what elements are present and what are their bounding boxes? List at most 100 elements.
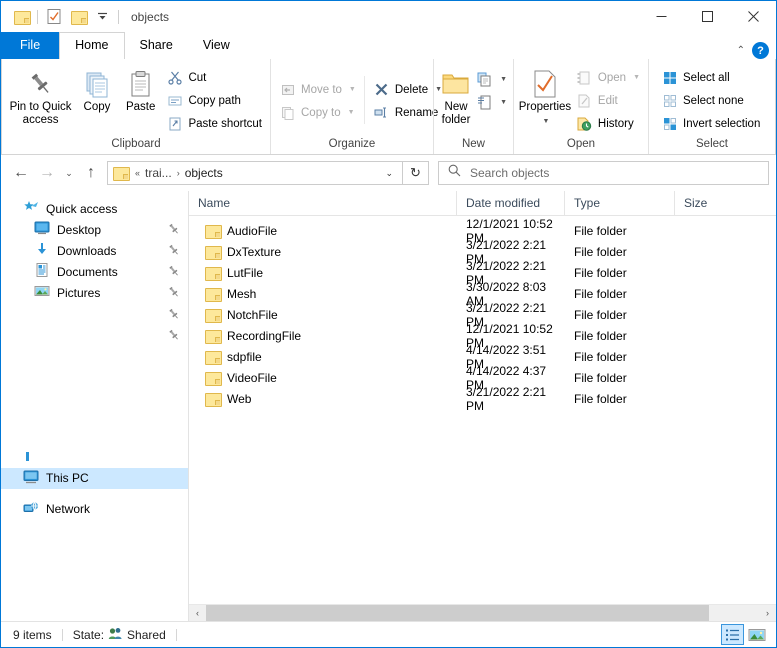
copy-button[interactable]: Copy [75,64,119,114]
up-button[interactable]: ↑ [78,160,104,186]
paste-button[interactable]: Paste [119,64,163,114]
nav-item-network[interactable]: Network [1,499,188,520]
refresh-button[interactable]: ↻ [403,161,429,185]
cell-type: File folder [565,350,675,364]
divider [176,629,177,641]
address-bar: ← → ⌄ ↑ « trai... › objects ⌄ ↻ Search o… [1,155,776,191]
cut-button[interactable]: Cut [162,66,266,89]
large-icons-view-button[interactable] [745,624,768,645]
group-label-organize: Organize [271,137,433,154]
tab-home[interactable]: Home [59,32,124,59]
file-explorer-window: objects File Home Share View [0,0,777,648]
breadcrumb-parent[interactable]: trai... [143,166,174,180]
select-none-button[interactable]: Select none [657,89,764,112]
nav-item-pictures[interactable]: Pictures [1,282,188,303]
nav-item-documents[interactable]: Documents [1,261,188,282]
properties-button[interactable]: Properties ▼ [518,64,572,128]
horizontal-scrollbar[interactable]: ‹ › [189,604,776,621]
close-button[interactable] [730,1,776,32]
qat-customize-dropdown[interactable] [90,5,114,29]
button-label: Invert selection [683,118,760,130]
scroll-right-arrow[interactable]: › [759,605,776,621]
pin-icon[interactable] [168,286,180,301]
open-button[interactable]: Open ▼ [572,66,644,89]
documents-icon [34,263,50,280]
nav-item-desktop[interactable]: Desktop [1,219,188,240]
scroll-left-arrow[interactable]: ‹ [189,605,206,621]
pin-icon[interactable] [168,328,180,346]
move-to-button[interactable]: Move to ▼ [275,78,360,101]
cell-type: File folder [565,329,675,343]
paste-shortcut-button[interactable]: Paste shortcut [162,112,266,135]
back-button[interactable]: ← [8,160,34,186]
maximize-button[interactable] [684,1,730,32]
scroll-track[interactable] [206,605,759,621]
table-row[interactable]: Web 3/21/2022 2:21 PM File folder [189,388,776,409]
history-button[interactable]: History [572,112,644,135]
qat-folder-icon[interactable] [9,5,33,29]
pin-to-quick-access-button[interactable]: Pin to Quick access [6,64,75,127]
nav-item-unlabeled-2[interactable] [1,324,188,345]
cell-type: File folder [565,287,675,301]
nav-item-label: Desktop [57,223,101,237]
minimize-button[interactable] [638,1,684,32]
file-name: VideoFile [227,371,277,385]
column-headers: Name ^ Date modified Type Size [189,191,776,216]
folder-icon [205,225,220,237]
button-label: New folder [438,101,474,127]
column-header-name[interactable]: Name ^ [189,191,457,216]
easy-access-button[interactable]: ▼ [474,91,509,114]
button-label: Paste [126,101,155,114]
details-view-button[interactable] [721,624,744,645]
breadcrumb-current[interactable]: objects [183,166,225,180]
collapse-ribbon-button[interactable]: ⌃ [737,45,745,56]
breadcrumb-dropdown[interactable]: ⌄ [378,168,400,179]
button-label: Copy path [188,95,240,107]
file-name: sdpfile [227,350,262,364]
new-item-button[interactable]: ▼ [474,68,509,91]
column-header-size[interactable]: Size [675,191,765,216]
tab-view[interactable]: View [188,32,245,59]
select-none-icon [661,94,678,108]
nav-item-unlabeled-1[interactable] [1,303,188,324]
copy-path-button[interactable]: Copy path [162,89,266,112]
forward-button[interactable]: → [34,160,60,186]
pictures-icon [34,284,50,301]
column-header-type[interactable]: Type [565,191,675,216]
pin-icon[interactable] [168,244,180,259]
edit-button[interactable]: Edit [572,89,644,112]
ribbon-group-new: New folder ▼ [433,59,513,154]
column-header-date-modified[interactable]: Date modified [457,191,565,216]
nav-spacer [1,345,188,447]
tab-share[interactable]: Share [125,32,188,59]
qat-properties-icon[interactable] [42,5,66,29]
pin-icon[interactable] [168,307,180,325]
open-small-buttons: Open ▼ Edit [572,64,644,135]
nav-item-downloads[interactable]: Downloads [1,240,188,261]
qat-new-folder-icon[interactable] [66,5,90,29]
invert-selection-button[interactable]: Invert selection [657,112,764,135]
group-label-open: Open [514,137,648,154]
breadcrumb[interactable]: « trai... › objects ⌄ [107,161,403,185]
help-button[interactable]: ? [752,42,769,59]
scroll-thumb[interactable] [206,605,709,621]
properties-icon [532,67,558,101]
pin-icon[interactable] [168,223,180,238]
clipboard-small-buttons: Cut Copy path [162,64,266,135]
pin-icon[interactable] [168,265,180,280]
copy-to-button[interactable]: Copy to ▼ [275,101,360,124]
recent-locations-button[interactable]: ⌄ [60,160,78,186]
breadcrumb-separator: › [174,168,183,178]
column-label: Size [684,196,707,210]
search-box[interactable]: Search objects [438,161,769,185]
nav-item-label: Downloads [57,244,116,258]
nav-item-quick-access[interactable]: Quick access [1,198,188,219]
divider [118,10,119,24]
nav-item-this-pc[interactable]: This PC [1,468,188,489]
tab-file[interactable]: File [1,32,59,59]
button-label: Rename [395,107,438,119]
button-label: Pin to Quick access [6,101,75,127]
select-all-button[interactable]: Select all [657,66,764,89]
new-folder-button[interactable]: New folder [438,64,474,127]
breadcrumb-overflow[interactable]: « [132,168,143,178]
